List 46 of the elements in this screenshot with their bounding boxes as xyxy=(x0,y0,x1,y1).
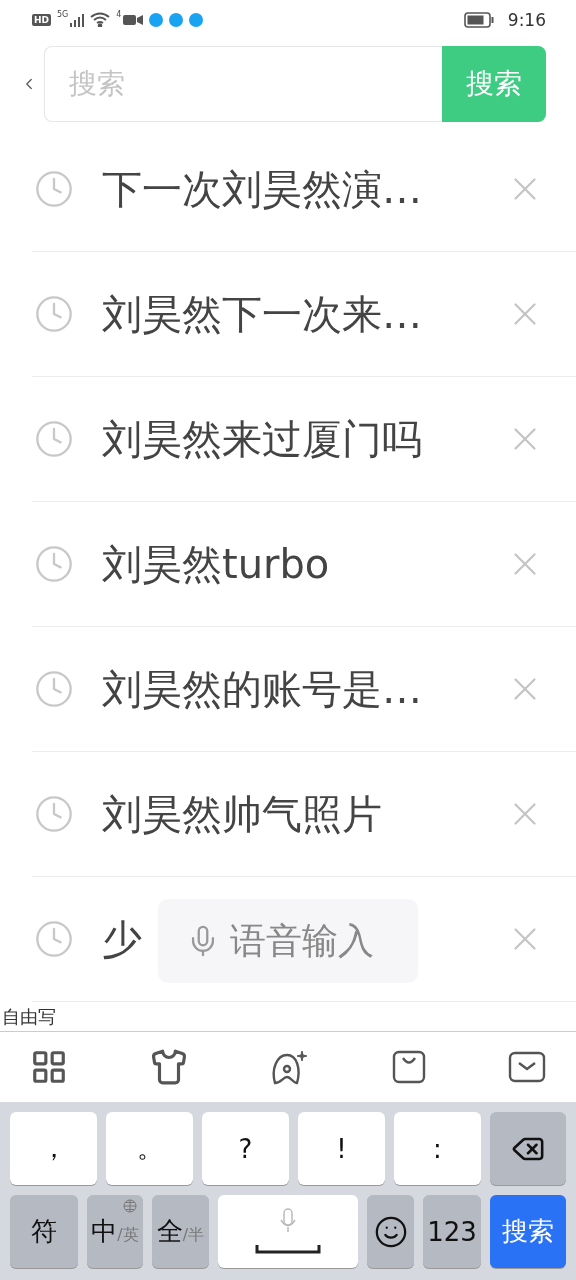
history-item[interactable]: 下一次刘昊然演… xyxy=(102,161,506,217)
shirt-icon[interactable] xyxy=(149,1048,188,1087)
voice-input-label: 语音输入 xyxy=(230,918,374,963)
app-notification-icon xyxy=(149,12,164,27)
bag-icon[interactable] xyxy=(390,1049,427,1086)
app-notification-icon xyxy=(169,12,184,27)
history-clock-icon xyxy=(34,544,74,585)
delete-key[interactable] xyxy=(490,1112,566,1185)
smiley-icon xyxy=(373,1214,408,1249)
history-item[interactable]: 刘昊然的账号是… xyxy=(102,661,506,717)
history-clock-icon xyxy=(34,419,74,460)
key[interactable]: 符 xyxy=(10,1195,78,1268)
emoji-key[interactable] xyxy=(367,1195,414,1268)
key[interactable]: 中/英 xyxy=(87,1195,143,1268)
key[interactable]: ? xyxy=(202,1112,289,1185)
history-clock-icon xyxy=(34,169,74,210)
key[interactable]: ， xyxy=(10,1112,97,1185)
history-item[interactable]: 刘昊然turbo xyxy=(102,536,506,592)
key[interactable]: ! xyxy=(298,1112,385,1185)
mode-label: 自由写 xyxy=(0,1002,576,1033)
history-clock-icon xyxy=(34,669,74,710)
key[interactable]: 全/半 xyxy=(152,1195,209,1268)
history-item[interactable]: 刘昊然来过厦门吗 xyxy=(102,411,506,467)
clock-time: 9:16 xyxy=(507,9,546,30)
search-field[interactable]: 搜索 xyxy=(44,45,442,122)
history-clock-icon xyxy=(34,919,74,960)
globe-icon xyxy=(123,1199,137,1213)
history-clock-icon xyxy=(34,794,74,835)
history-item[interactable]: 刘昊然下一次来… xyxy=(102,286,506,342)
search-key[interactable]: 搜索 xyxy=(490,1195,566,1268)
battery-icon xyxy=(463,11,494,28)
key[interactable]: 。 xyxy=(106,1112,193,1185)
wifi-icon xyxy=(90,12,111,28)
signal-icon xyxy=(70,12,85,27)
history-item[interactable]: 刘昊然帅气照片 xyxy=(102,786,506,842)
mic-space-icon xyxy=(255,1206,321,1257)
space-key[interactable] xyxy=(218,1195,358,1268)
wifi-label: 4 xyxy=(116,10,122,19)
key[interactable]: 123 xyxy=(423,1195,481,1268)
key[interactable]: : xyxy=(394,1112,481,1185)
keyboard-hide-icon[interactable] xyxy=(508,1051,546,1084)
video-camera-icon xyxy=(123,13,144,26)
app-notification-icon xyxy=(189,12,204,27)
network-label: 5G xyxy=(57,10,69,19)
history-clock-icon xyxy=(34,294,74,335)
hd-badge: HD xyxy=(32,13,51,26)
